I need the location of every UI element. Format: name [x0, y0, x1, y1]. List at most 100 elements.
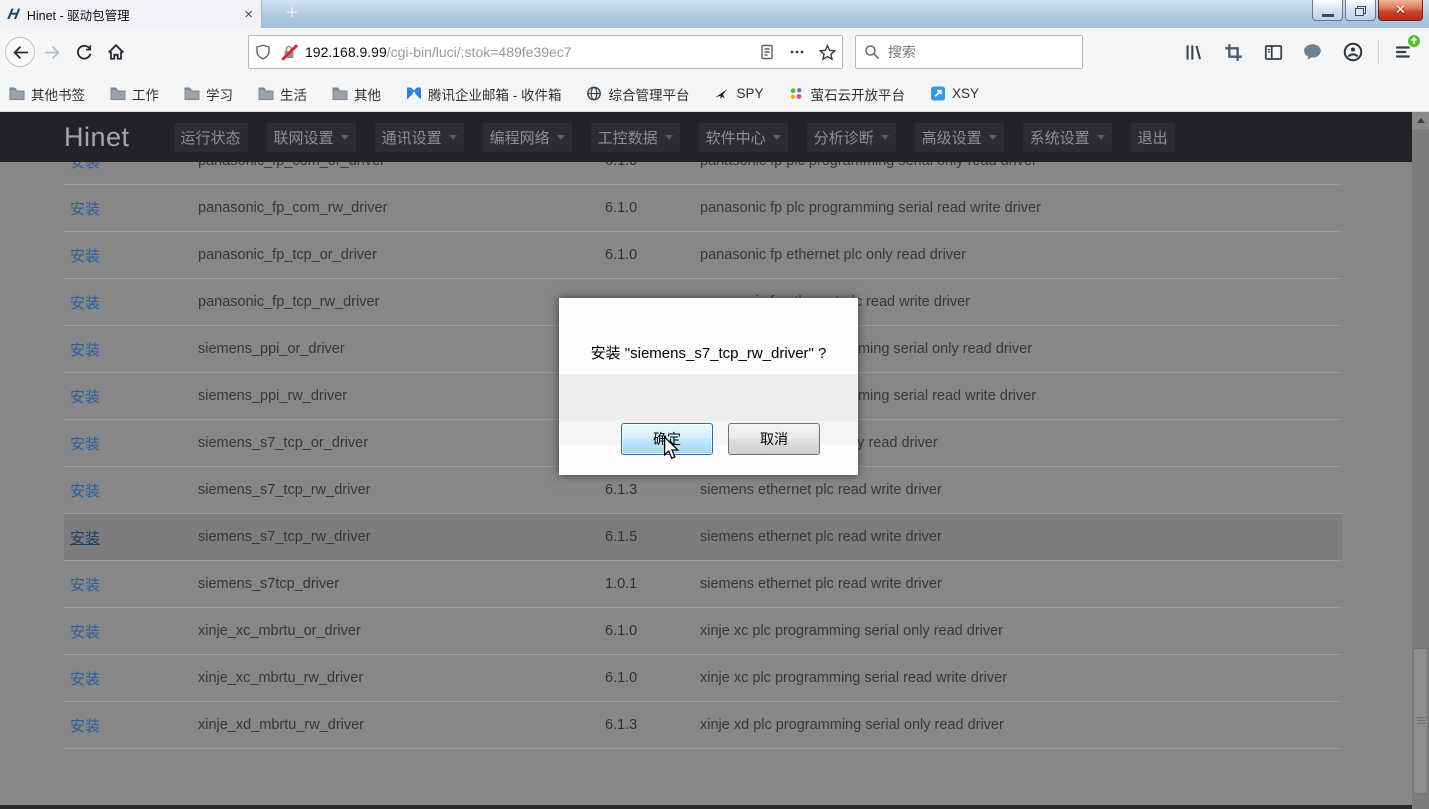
window-titlebar: H Hinet - 驱动包管理 × + ✕	[0, 0, 1429, 28]
bookmark-item[interactable]: 其他书签	[8, 84, 85, 104]
page-scrollbar[interactable]	[1412, 112, 1429, 809]
shield-icon[interactable]	[255, 44, 271, 60]
tab-close-icon[interactable]: ×	[244, 6, 253, 23]
site-nav-item[interactable]: 软件中心	[699, 123, 788, 152]
site-nav-item[interactable]: 编程网络	[483, 123, 572, 152]
app-menu-button[interactable]	[1389, 37, 1419, 67]
bookmark-item[interactable]: 生活	[257, 84, 307, 104]
bookmark-item[interactable]: 萤石云开放平台	[788, 84, 906, 104]
chevron-down-icon	[341, 135, 349, 140]
account-icon	[1343, 42, 1363, 62]
install-link[interactable]: 安装	[64, 386, 198, 407]
bookmarks-bar: 其他书签 工作 学习 生活 其他	[0, 76, 1429, 112]
insecure-lock-icon[interactable]	[281, 44, 297, 60]
driver-version: 1.0.1	[605, 576, 700, 592]
bookmark-item[interactable]: 工作	[109, 84, 159, 104]
account-button[interactable]	[1338, 37, 1368, 67]
driver-name: xinje_xc_mbrtu_or_driver	[198, 623, 605, 639]
table-row: 安装 xinje_xd_mbrtu_rw_driver 6.1.3 xinje …	[64, 702, 1342, 749]
restore-button[interactable]	[1345, 0, 1376, 21]
driver-description: siemens ethernet plc read write driver	[700, 529, 1342, 545]
driver-version: 6.1.3	[605, 717, 700, 733]
site-nav-label: 系统设置	[1030, 127, 1090, 148]
url-bar[interactable]: 192.168.9.99/cgi-bin/luci/;stok=489fe39e…	[248, 35, 843, 69]
site-nav-label: 高级设置	[922, 127, 982, 148]
search-icon	[864, 44, 880, 60]
table-row: 安装 panasonic_fp_com_rw_driver 6.1.0 pana…	[64, 185, 1342, 232]
minimize-button[interactable]	[1312, 0, 1343, 21]
driver-description: xinje xd plc programming serial only rea…	[700, 717, 1342, 733]
driver-name: panasonic_fp_tcp_rw_driver	[198, 294, 605, 310]
driver-name: siemens_s7_tcp_rw_driver	[198, 482, 605, 498]
site-nav-item[interactable]: 运行状态	[174, 123, 248, 152]
install-link[interactable]: 安装	[64, 433, 198, 454]
url-text[interactable]: 192.168.9.99/cgi-bin/luci/;stok=489fe39e…	[305, 44, 759, 60]
chevron-down-icon	[557, 135, 565, 140]
window-bottom-edge	[0, 805, 1429, 809]
bookmark-label: 工作	[132, 84, 159, 104]
driver-version: 6.1.0	[605, 670, 700, 686]
back-button[interactable]	[4, 36, 36, 68]
page-actions-icon[interactable]	[789, 44, 805, 60]
bookmark-item[interactable]: XSY	[929, 86, 979, 102]
table-row: 安装 siemens_s7tcp_driver 1.0.1 siemens et…	[64, 561, 1342, 608]
site-nav-item[interactable]: 退出	[1131, 123, 1175, 152]
reader-view-icon[interactable]	[759, 44, 775, 60]
site-nav: 运行状态 联网设置 通讯设置 编程网络 工控数据 软件中心 分析诊断	[174, 123, 1175, 152]
chevron-down-icon	[1097, 135, 1105, 140]
driver-description: panasonic fp plc programming serial read…	[700, 200, 1342, 216]
library-button[interactable]	[1178, 37, 1208, 67]
site-nav-item[interactable]: 工控数据	[591, 123, 680, 152]
install-link[interactable]: 安装	[64, 198, 198, 219]
site-nav-item[interactable]: 联网设置	[267, 123, 356, 152]
url-host: 192.168.9.99	[305, 44, 387, 60]
bookmark-icon	[405, 86, 422, 102]
install-link[interactable]: 安装	[64, 245, 198, 266]
bookmark-label: 腾讯企业邮箱 - 收件箱	[428, 84, 562, 104]
bookmark-item[interactable]: 其他	[331, 84, 381, 104]
site-nav-item[interactable]: 分析诊断	[807, 123, 896, 152]
reload-icon	[76, 44, 93, 61]
bookmark-star-icon[interactable]	[819, 44, 836, 61]
install-link[interactable]: 安装	[64, 292, 198, 313]
cancel-button[interactable]: 取消	[728, 423, 820, 455]
install-link[interactable]: 安装	[64, 668, 198, 689]
chevron-down-icon	[449, 135, 457, 140]
sidebar-button[interactable]	[1258, 37, 1288, 67]
search-bar[interactable]: 搜索	[855, 35, 1083, 69]
browser-tab[interactable]: H Hinet - 驱动包管理 ×	[0, 0, 262, 28]
site-nav-item[interactable]: 系统设置	[1023, 123, 1112, 152]
bookmark-icon	[788, 86, 805, 102]
site-nav-item[interactable]: 高级设置	[915, 123, 1004, 152]
new-tab-button[interactable]: +	[276, 2, 308, 26]
reload-button[interactable]	[68, 36, 100, 68]
scrollbar-thumb[interactable]	[1413, 648, 1428, 794]
bookmark-item[interactable]: 学习	[183, 84, 233, 104]
site-nav-label: 通讯设置	[382, 127, 442, 148]
screenshot-button[interactable]	[1218, 37, 1248, 67]
driver-version: 6.1.3	[605, 482, 700, 498]
chevron-down-icon	[881, 135, 889, 140]
install-link[interactable]: 安装	[64, 527, 198, 548]
driver-description: siemens ethernet plc read write driver	[700, 576, 1342, 592]
bookmark-icon	[929, 86, 946, 102]
bookmark-item[interactable]: 腾讯企业邮箱 - 收件箱	[405, 84, 562, 104]
bookmark-item[interactable]: 综合管理平台	[586, 84, 690, 104]
bookmark-label: 生活	[280, 84, 307, 104]
install-link[interactable]: 安装	[64, 574, 198, 595]
chat-button[interactable]	[1298, 37, 1328, 67]
install-link[interactable]: 安装	[64, 621, 198, 642]
bookmark-item[interactable]: SPY	[714, 86, 764, 102]
close-window-button[interactable]: ✕	[1378, 0, 1423, 21]
install-link[interactable]: 安装	[64, 715, 198, 736]
home-button[interactable]	[100, 36, 132, 68]
install-link[interactable]: 安装	[64, 480, 198, 501]
bookmark-icon	[183, 86, 200, 102]
install-link[interactable]: 安装	[64, 339, 198, 360]
forward-button[interactable]	[36, 36, 68, 68]
site-favicon: H	[6, 6, 20, 23]
site-nav-item[interactable]: 通讯设置	[375, 123, 464, 152]
scroll-up-button[interactable]	[1412, 112, 1429, 129]
toolbar-separator	[1378, 40, 1379, 64]
forward-icon	[44, 44, 61, 61]
